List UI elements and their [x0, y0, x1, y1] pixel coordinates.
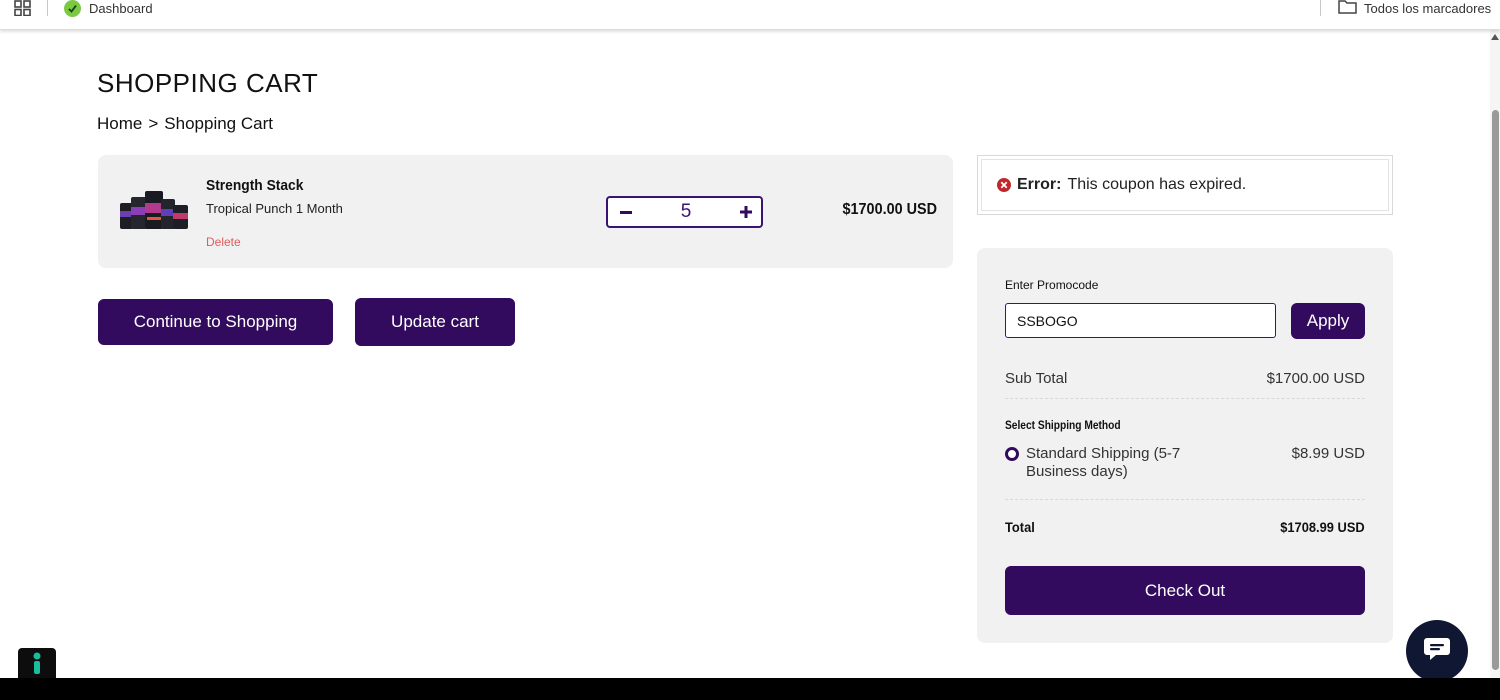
subtotal-value: $1700.00 USD — [1266, 370, 1365, 387]
breadcrumb-home[interactable]: Home — [97, 114, 142, 134]
page-title: SHOPPING CART — [97, 68, 319, 98]
error-label: Error: — [1017, 176, 1062, 193]
bookmark-dashboard-label: Dashboard — [89, 0, 153, 16]
error-x-circle-icon — [997, 178, 1011, 192]
accessibility-widget-button[interactable] — [18, 648, 56, 682]
accessibility-figure-icon — [31, 652, 43, 679]
total-row: Total $1708.99 USD — [1005, 519, 1365, 535]
bottom-black-bar — [0, 678, 1500, 700]
shipping-option-standard[interactable]: Standard Shipping (5-7 Business days) $8… — [1005, 445, 1365, 481]
product-variant: Tropical Punch 1 Month — [206, 201, 343, 216]
subtotal-row: Sub Total $1700.00 USD — [1005, 370, 1365, 387]
dashboard-favicon-icon — [64, 0, 81, 17]
promo-code-input[interactable] — [1005, 303, 1276, 338]
continue-shopping-button[interactable]: Continue to Shopping — [98, 299, 333, 345]
promo-code-label: Enter Promocode — [1005, 278, 1099, 292]
product-name[interactable]: Strength Stack — [206, 177, 303, 194]
bookmarks-divider — [47, 0, 48, 16]
apply-promo-button[interactable]: Apply — [1291, 303, 1365, 339]
page-scrollbar-thumb[interactable] — [1492, 110, 1499, 670]
shipping-method-title: Select Shipping Method — [1005, 418, 1121, 432]
checkout-button[interactable]: Check Out — [1005, 566, 1365, 615]
summary-divider — [1005, 499, 1365, 500]
summary-divider — [1005, 398, 1365, 399]
error-message: This coupon has expired. — [1067, 176, 1247, 193]
plus-icon[interactable] — [736, 198, 756, 226]
breadcrumb-current: Shopping Cart — [164, 114, 273, 133]
minus-icon[interactable] — [616, 198, 636, 226]
folder-icon — [1338, 0, 1357, 17]
chat-bubble-icon — [1423, 636, 1451, 667]
update-cart-button[interactable]: Update cart — [355, 298, 515, 346]
cart-item: Strength Stack Tropical Punch 1 Month De… — [98, 155, 953, 268]
apps-grid-icon[interactable] — [14, 0, 32, 17]
shipping-radio-selected[interactable] — [1005, 447, 1019, 461]
scroll-up-arrow-icon[interactable] — [1490, 30, 1500, 44]
bookmarks-divider-right — [1320, 0, 1321, 16]
quantity-stepper: 5 — [606, 196, 763, 228]
quantity-value[interactable]: 5 — [668, 201, 704, 223]
shipping-option-price: $8.99 USD — [1291, 445, 1365, 462]
item-price: $1700.00 USD — [842, 201, 937, 218]
coupon-error-inner: Error: This coupon has expired. — [981, 159, 1389, 211]
shipping-option-label: Standard Shipping (5-7 Business days) — [1026, 445, 1181, 480]
all-bookmarks-label: Todos los marcadores — [1364, 0, 1492, 16]
subtotal-label: Sub Total — [1005, 370, 1068, 387]
delete-item-link[interactable]: Delete — [206, 235, 241, 249]
product-image[interactable] — [118, 189, 190, 231]
all-bookmarks[interactable]: Todos los marcadores — [1338, 0, 1491, 16]
coupon-error-alert: Error: This coupon has expired. — [977, 155, 1393, 215]
order-summary-panel: Enter Promocode Apply Sub Total $1700.00… — [977, 248, 1393, 643]
breadcrumb: Home > Shopping Cart — [97, 114, 273, 134]
total-label: Total — [1005, 519, 1035, 535]
bookmarks-bar: Dashboard Todos los marcadores — [0, 0, 1500, 30]
bookmark-dashboard[interactable]: Dashboard — [64, 0, 153, 17]
total-value: $1708.99 USD — [1280, 519, 1365, 535]
chat-widget-button[interactable] — [1406, 620, 1468, 682]
breadcrumb-separator: > — [148, 114, 159, 133]
